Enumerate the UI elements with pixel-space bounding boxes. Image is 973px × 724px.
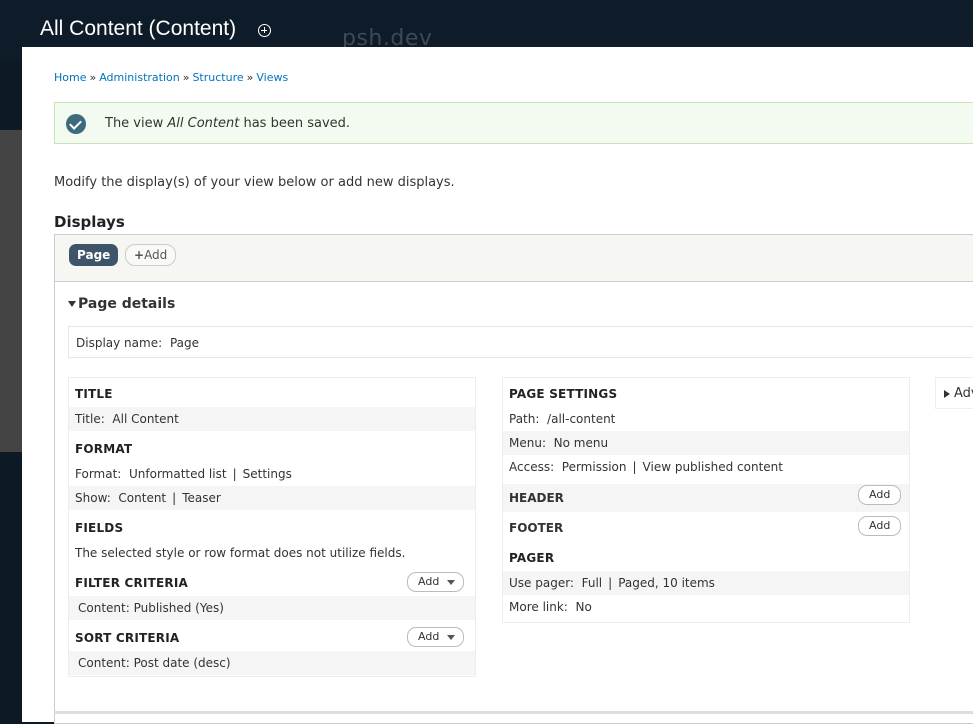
header-heading: HEADER	[509, 491, 564, 505]
status-prefix: The view	[105, 116, 168, 131]
path-link[interactable]: /all-content	[547, 412, 615, 426]
content-area: Home» Administration» Structure» Views The …	[22, 47, 973, 724]
title-link[interactable]: All Content	[112, 412, 178, 426]
display-name-row: Display name: Page	[68, 326, 973, 358]
triangle-down-icon	[68, 301, 76, 307]
intro-text: Modify the display(s) of your view below…	[54, 175, 455, 190]
pager-type-link[interactable]: Full	[582, 576, 603, 590]
menu-link[interactable]: No menu	[554, 436, 608, 450]
displays-heading: Displays	[54, 213, 125, 231]
sort-item: Content: Post date (desc)	[69, 651, 475, 675]
use-pager-row: Use pager: Full | Paged, 10 items	[503, 571, 909, 595]
left-panel-strip	[0, 130, 22, 452]
add-display-label: Add	[144, 248, 168, 262]
breadcrumb-administration[interactable]: Administration	[99, 71, 180, 84]
plus-icon: +	[134, 248, 145, 262]
menu-row: Menu: No menu	[503, 431, 909, 455]
displays-panel: Page +Add Page details Display name: Pag…	[54, 234, 973, 724]
show-teaser-link[interactable]: Teaser	[182, 491, 221, 505]
access-row: Access: Permission | View published conten…	[503, 455, 909, 479]
sort-criteria-heading: SORT CRITERIA	[75, 631, 180, 645]
filter-published-link[interactable]: Content: Published (Yes)	[78, 601, 224, 615]
header-add-button[interactable]: Add	[858, 485, 902, 505]
access-permission-link[interactable]: View published content	[643, 460, 783, 474]
path-row: Path: /all-content	[503, 407, 909, 431]
fields-note: The selected style or row format does no…	[75, 546, 406, 560]
more-link-value[interactable]: No	[575, 600, 591, 614]
filter-add-button[interactable]: Add	[407, 572, 465, 592]
show-label: Show:	[75, 491, 111, 505]
pager-options-link[interactable]: Paged, 10 items	[618, 576, 715, 590]
add-display-button[interactable]: +Add	[125, 244, 177, 266]
status-message: The view All Content has been saved.	[54, 102, 973, 144]
panel-bottom-divider	[54, 711, 973, 714]
format-heading: FORMAT	[75, 442, 133, 456]
pipe-separator: |	[232, 467, 237, 481]
title-row: Title: All Content	[69, 407, 475, 431]
page-title: All Content (Content)	[40, 17, 237, 40]
sort-add-button[interactable]: Add	[407, 627, 465, 647]
display-name-link[interactable]: Page	[170, 336, 199, 350]
status-text: The view All Content has been saved.	[105, 116, 350, 131]
left-column: TITLE Title: All Content FORMAT Format: …	[68, 377, 476, 677]
pipe-separator: |	[608, 576, 613, 590]
check-circle-icon	[66, 114, 86, 134]
filter-item: Content: Published (Yes)	[69, 596, 475, 620]
display-tabs: Page +Add	[55, 235, 973, 282]
footer-heading: FOOTER	[509, 521, 564, 535]
filter-criteria-heading: FILTER CRITERIA	[75, 576, 189, 590]
add-shortcut-icon[interactable]	[258, 24, 271, 37]
show-row: Show: Content | Teaser	[69, 486, 475, 510]
use-pager-label: Use pager:	[509, 576, 574, 590]
breadcrumb-home[interactable]: Home	[54, 71, 86, 84]
footer-section: FOOTER	[503, 514, 909, 542]
breadcrumb-structure[interactable]: Structure	[192, 71, 243, 84]
title-label: Title:	[75, 412, 105, 426]
breadcrumb-views[interactable]: Views	[256, 71, 288, 84]
pipe-separator: |	[172, 491, 177, 505]
header-section: HEADER	[503, 484, 909, 512]
path-label: Path:	[509, 412, 540, 426]
more-link-row: More link: No	[503, 595, 909, 619]
display-name-label: Display name:	[76, 336, 163, 350]
status-suffix: has been saved.	[239, 116, 351, 131]
advanced-toggle[interactable]: Adv	[935, 377, 973, 409]
page-details-toggle[interactable]: Page details	[68, 296, 175, 312]
advanced-label: Adv	[954, 386, 973, 401]
title-heading: TITLE	[75, 387, 113, 401]
menu-label: Menu:	[509, 436, 546, 450]
format-row: Format: Unformatted list | Settings	[69, 462, 475, 486]
pager-heading: PAGER	[509, 551, 555, 565]
breadcrumb-separator: »	[182, 71, 190, 84]
breadcrumb-separator: »	[89, 71, 97, 84]
access-label: Access:	[509, 460, 555, 474]
footer-add-button[interactable]: Add	[858, 516, 902, 536]
tab-page[interactable]: Page	[69, 244, 119, 266]
format-settings-link[interactable]: Settings	[243, 467, 292, 481]
triangle-right-icon	[944, 389, 950, 398]
page-settings-heading: PAGE SETTINGS	[509, 387, 618, 401]
status-view-name: All Content	[167, 116, 240, 131]
access-type-link[interactable]: Permission	[562, 460, 627, 474]
more-link-label: More link:	[509, 600, 568, 614]
show-content-link[interactable]: Content	[118, 491, 166, 505]
middle-column: PAGE SETTINGS Path: /all-content Menu: N…	[502, 377, 910, 623]
breadcrumb-separator: »	[246, 71, 254, 84]
format-label: Format:	[75, 467, 122, 481]
fields-heading: FIELDS	[75, 521, 124, 535]
pipe-separator: |	[632, 460, 637, 474]
sort-post-date-link[interactable]: Content: Post date (desc)	[78, 656, 231, 670]
page-details-label: Page details	[78, 296, 176, 312]
breadcrumb: Home» Administration» Structure» Views	[54, 71, 288, 84]
format-style-link[interactable]: Unformatted list	[129, 467, 227, 481]
